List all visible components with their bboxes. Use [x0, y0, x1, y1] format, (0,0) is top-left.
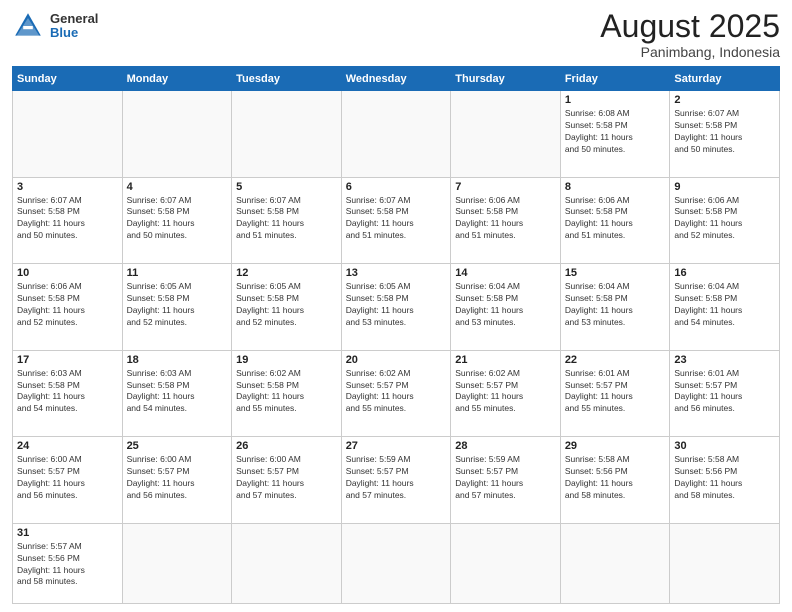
table-row: 3Sunrise: 6:07 AM Sunset: 5:58 PM Daylig…: [13, 177, 123, 264]
table-row: [560, 523, 670, 603]
logo-general-text: General: [50, 12, 98, 26]
table-row: [451, 523, 561, 603]
table-row: 1Sunrise: 6:08 AM Sunset: 5:58 PM Daylig…: [560, 91, 670, 178]
table-row: 11Sunrise: 6:05 AM Sunset: 5:58 PM Dayli…: [122, 264, 232, 351]
header: General Blue August 2025 Panimbang, Indo…: [12, 10, 780, 60]
table-row: 28Sunrise: 5:59 AM Sunset: 5:57 PM Dayli…: [451, 437, 561, 524]
table-row: 2Sunrise: 6:07 AM Sunset: 5:58 PM Daylig…: [670, 91, 780, 178]
calendar-header-row: Sunday Monday Tuesday Wednesday Thursday…: [13, 67, 780, 91]
title-block: August 2025 Panimbang, Indonesia: [600, 10, 780, 60]
table-row: 21Sunrise: 6:02 AM Sunset: 5:57 PM Dayli…: [451, 350, 561, 437]
table-row: 9Sunrise: 6:06 AM Sunset: 5:58 PM Daylig…: [670, 177, 780, 264]
table-row: 5Sunrise: 6:07 AM Sunset: 5:58 PM Daylig…: [232, 177, 342, 264]
table-row: [122, 523, 232, 603]
col-saturday: Saturday: [670, 67, 780, 91]
table-row: [232, 523, 342, 603]
table-row: [670, 523, 780, 603]
table-row: 14Sunrise: 6:04 AM Sunset: 5:58 PM Dayli…: [451, 264, 561, 351]
table-row: 25Sunrise: 6:00 AM Sunset: 5:57 PM Dayli…: [122, 437, 232, 524]
table-row: 27Sunrise: 5:59 AM Sunset: 5:57 PM Dayli…: [341, 437, 451, 524]
table-row: 24Sunrise: 6:00 AM Sunset: 5:57 PM Dayli…: [13, 437, 123, 524]
table-row: 30Sunrise: 5:58 AM Sunset: 5:56 PM Dayli…: [670, 437, 780, 524]
table-row: 4Sunrise: 6:07 AM Sunset: 5:58 PM Daylig…: [122, 177, 232, 264]
calendar-table: Sunday Monday Tuesday Wednesday Thursday…: [12, 66, 780, 604]
table-row: 20Sunrise: 6:02 AM Sunset: 5:57 PM Dayli…: [341, 350, 451, 437]
table-row: 26Sunrise: 6:00 AM Sunset: 5:57 PM Dayli…: [232, 437, 342, 524]
table-row: 16Sunrise: 6:04 AM Sunset: 5:58 PM Dayli…: [670, 264, 780, 351]
table-row: 23Sunrise: 6:01 AM Sunset: 5:57 PM Dayli…: [670, 350, 780, 437]
logo-text: General Blue: [50, 12, 98, 41]
logo: General Blue: [12, 10, 98, 42]
table-row: 17Sunrise: 6:03 AM Sunset: 5:58 PM Dayli…: [13, 350, 123, 437]
logo-blue-text: Blue: [50, 26, 98, 40]
page: General Blue August 2025 Panimbang, Indo…: [0, 0, 792, 612]
table-row: [341, 523, 451, 603]
table-row: [13, 91, 123, 178]
table-row: [341, 91, 451, 178]
table-row: 22Sunrise: 6:01 AM Sunset: 5:57 PM Dayli…: [560, 350, 670, 437]
table-row: [122, 91, 232, 178]
logo-icon: [12, 10, 44, 42]
table-row: 8Sunrise: 6:06 AM Sunset: 5:58 PM Daylig…: [560, 177, 670, 264]
table-row: 29Sunrise: 5:58 AM Sunset: 5:56 PM Dayli…: [560, 437, 670, 524]
table-row: 12Sunrise: 6:05 AM Sunset: 5:58 PM Dayli…: [232, 264, 342, 351]
col-tuesday: Tuesday: [232, 67, 342, 91]
table-row: [451, 91, 561, 178]
table-row: 15Sunrise: 6:04 AM Sunset: 5:58 PM Dayli…: [560, 264, 670, 351]
table-row: 18Sunrise: 6:03 AM Sunset: 5:58 PM Dayli…: [122, 350, 232, 437]
col-sunday: Sunday: [13, 67, 123, 91]
month-title: August 2025: [600, 10, 780, 42]
table-row: 31Sunrise: 5:57 AM Sunset: 5:56 PM Dayli…: [13, 523, 123, 603]
col-monday: Monday: [122, 67, 232, 91]
col-wednesday: Wednesday: [341, 67, 451, 91]
table-row: 13Sunrise: 6:05 AM Sunset: 5:58 PM Dayli…: [341, 264, 451, 351]
table-row: 6Sunrise: 6:07 AM Sunset: 5:58 PM Daylig…: [341, 177, 451, 264]
table-row: 19Sunrise: 6:02 AM Sunset: 5:58 PM Dayli…: [232, 350, 342, 437]
col-friday: Friday: [560, 67, 670, 91]
table-row: 7Sunrise: 6:06 AM Sunset: 5:58 PM Daylig…: [451, 177, 561, 264]
location: Panimbang, Indonesia: [600, 44, 780, 60]
col-thursday: Thursday: [451, 67, 561, 91]
table-row: [232, 91, 342, 178]
table-row: 10Sunrise: 6:06 AM Sunset: 5:58 PM Dayli…: [13, 264, 123, 351]
